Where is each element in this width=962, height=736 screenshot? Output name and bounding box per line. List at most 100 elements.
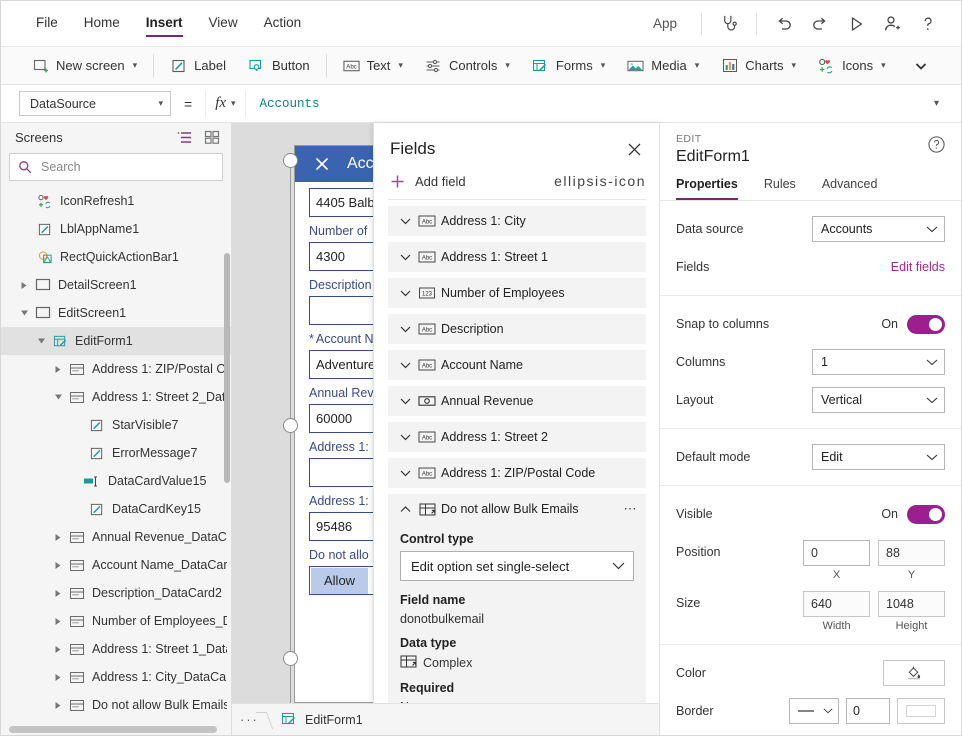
chevron-down-icon[interactable]	[394, 362, 416, 369]
chevron-down-icon[interactable]	[394, 398, 416, 405]
resize-handle-top[interactable]	[283, 153, 298, 168]
twisty-collapsed-icon[interactable]	[49, 365, 67, 374]
chevron-down-icon[interactable]	[394, 326, 416, 333]
option-chip[interactable]: Allow	[311, 567, 369, 594]
undo-icon[interactable]	[767, 9, 801, 39]
tree-item-starvisible7[interactable]: StarVisible7	[1, 411, 231, 439]
menu-item-view[interactable]: View	[196, 9, 251, 39]
tab-rules[interactable]: Rules	[764, 174, 808, 200]
menu-item-home[interactable]: Home	[71, 9, 133, 39]
help-icon[interactable]	[911, 9, 945, 39]
tab-properties[interactable]: Properties	[676, 174, 750, 200]
text-button[interactable]: Abc Text ▾	[332, 51, 414, 81]
tree-item-description-datacard2[interactable]: Description_DataCard2	[1, 579, 231, 607]
chevron-down-icon[interactable]	[394, 218, 416, 225]
tab-advanced[interactable]: Advanced	[822, 174, 890, 200]
stethoscope-icon[interactable]	[712, 9, 746, 39]
chevron-down-icon[interactable]	[394, 254, 416, 261]
snap-to-columns-toggle[interactable]	[907, 314, 945, 334]
control-type-select[interactable]: Edit option set single-select	[400, 551, 634, 581]
edit-fields-link[interactable]: Edit fields	[891, 260, 945, 274]
twisty-collapsed-icon[interactable]	[49, 645, 67, 654]
size-width-input[interactable]: 640	[803, 591, 870, 617]
border-width-input[interactable]: 0	[846, 698, 890, 724]
property-select[interactable]: DataSource ▾	[19, 91, 171, 116]
border-style-select[interactable]	[789, 698, 839, 724]
menu-item-file[interactable]: File	[23, 9, 71, 39]
columns-select[interactable]: 1	[812, 349, 945, 375]
twisty-expanded-icon[interactable]	[49, 393, 67, 401]
position-y-input[interactable]: 88	[878, 540, 945, 566]
chevron-down-icon[interactable]	[394, 290, 416, 297]
color-picker-button[interactable]	[883, 660, 945, 686]
field-row-address1-street2[interactable]: Abc Address 1: Street 2	[388, 422, 646, 452]
controls-button[interactable]: Controls ▾	[414, 51, 521, 81]
menu-item-action[interactable]: Action	[251, 9, 315, 39]
tree-item-detailscreen1[interactable]: DetailScreen1	[1, 271, 231, 299]
label-button[interactable]: Label	[159, 51, 237, 81]
search-input[interactable]	[39, 159, 214, 175]
field-row-address1-street1[interactable]: Abc Address 1: Street 1	[388, 242, 646, 272]
twisty-collapsed-icon[interactable]	[49, 589, 67, 598]
ellipsis-icon[interactable]: ellipsis-icon	[554, 173, 646, 189]
tree-item-editform1[interactable]: EditForm1	[1, 327, 231, 355]
tree-item-datacardkey15[interactable]: DataCardKey15	[1, 495, 231, 523]
border-color-button[interactable]	[897, 698, 945, 724]
menu-item-insert[interactable]: Insert	[133, 9, 196, 39]
tree-item-address1-zip-datacard[interactable]: Address 1: ZIP/Postal Code_	[1, 355, 231, 383]
visible-toggle[interactable]	[907, 504, 945, 524]
default-mode-select[interactable]: Edit	[812, 444, 945, 470]
share-user-icon[interactable]	[875, 9, 909, 39]
tree-item-do-not-allow-bulk-emails-datacard[interactable]: Do not allow Bulk Emails_D	[1, 691, 231, 719]
tree-vertical-scrollbar[interactable]	[224, 253, 230, 483]
tree-item-number-of-employees-datacard[interactable]: Number of Employees_Data	[1, 607, 231, 635]
tree-item-editscreen1[interactable]: EditScreen1	[1, 299, 231, 327]
fx-button[interactable]: fx ▾	[205, 90, 246, 117]
twisty-collapsed-icon[interactable]	[49, 673, 67, 682]
resize-handle-bottom[interactable]	[283, 651, 298, 666]
tree-item-lblappname1[interactable]: LblAppName1	[1, 215, 231, 243]
layout-select[interactable]: Vertical	[812, 387, 945, 413]
size-height-input[interactable]: 1048	[878, 591, 945, 617]
close-x-icon[interactable]	[622, 137, 646, 161]
tree-item-rectquickactionbar1[interactable]: RectQuickActionBar1	[1, 243, 231, 271]
forms-button[interactable]: Forms ▾	[521, 51, 616, 81]
media-button[interactable]: Media ▾	[616, 51, 710, 81]
field-row-address1-zip[interactable]: Abc Address 1: ZIP/Postal Code	[388, 458, 646, 488]
icons-button[interactable]: Icons ▾	[807, 51, 897, 81]
twisty-collapsed-icon[interactable]	[15, 281, 33, 290]
tree-item-iconrefresh1[interactable]: IconRefresh1	[1, 187, 231, 215]
field-row-number-of-employees[interactable]: 123 Number of Employees	[388, 278, 646, 308]
chevron-down-icon[interactable]	[394, 434, 416, 441]
tree-item-address1-street1-datacard[interactable]: Address 1: Street 1_DataCar	[1, 635, 231, 663]
chevron-up-icon[interactable]	[394, 505, 416, 513]
tree-item-errormessage7[interactable]: ErrorMessage7	[1, 439, 231, 467]
charts-button[interactable]: Charts ▾	[710, 51, 807, 81]
field-row-annual-revenue[interactable]: Annual Revenue	[388, 386, 646, 416]
breadcrumb-item-editform1[interactable]: EditForm1	[271, 704, 373, 736]
tree-item-annual-revenue-datacard2[interactable]: Annual Revenue_DataCard2	[1, 523, 231, 551]
ribbon-overflow-button[interactable]	[901, 58, 941, 74]
data-source-select[interactable]: Accounts	[812, 216, 945, 242]
add-field-button[interactable]: Add field ellipsis-icon	[374, 167, 660, 199]
formula-expand-icon[interactable]: ▾	[926, 98, 943, 109]
redo-icon[interactable]	[803, 9, 837, 39]
close-x-icon[interactable]	[313, 155, 331, 173]
tree-item-datacardvalue15[interactable]: DataCardValue15	[1, 467, 231, 495]
resize-handle-middle[interactable]	[283, 418, 298, 433]
help-circle-icon[interactable]	[927, 135, 947, 155]
field-row-address1-city[interactable]: Abc Address 1: City	[388, 206, 646, 236]
play-icon[interactable]	[839, 9, 873, 39]
twisty-collapsed-icon[interactable]	[49, 533, 67, 542]
position-x-input[interactable]: 0	[803, 540, 870, 566]
twisty-collapsed-icon[interactable]	[49, 617, 67, 626]
twisty-collapsed-icon[interactable]	[49, 701, 67, 710]
formula-input[interactable]: Accounts	[246, 91, 926, 117]
tree-item-address1-city-datacard2[interactable]: Address 1: City_DataCard2	[1, 663, 231, 691]
twisty-expanded-icon[interactable]	[15, 309, 33, 317]
field-row-account-name[interactable]: Abc Account Name	[388, 350, 646, 380]
breadcrumb-overflow[interactable]: ···	[232, 712, 259, 727]
field-row-do-not-allow-bulk-emails[interactable]: Do not allow Bulk Emails ⋯	[388, 494, 646, 524]
tree-view-icon[interactable]	[173, 127, 195, 147]
app-label[interactable]: App	[639, 16, 691, 31]
